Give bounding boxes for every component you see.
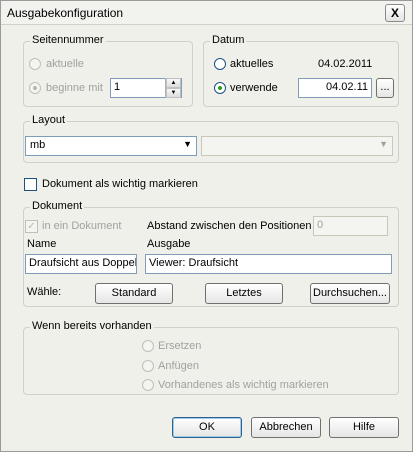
durchsuchen-button[interactable]: Durchsuchen... [310,283,390,304]
chevron-down-icon[interactable]: ▼ [166,88,181,98]
close-button[interactable]: X [385,4,405,22]
chevron-down-icon: ▼ [183,139,192,149]
close-icon: X [390,6,399,20]
aktuelles-radio[interactable] [214,58,226,70]
layout-group: Layout mb ▼ ▼ [23,114,399,163]
layout-title: Layout [30,114,68,126]
aktuelles-label: aktuelles [230,58,274,70]
window-title: Ausgabekonfiguration [7,6,124,20]
datum-group: Datum aktuelles 04.02.2011 verwende 04.0… [203,34,399,107]
layout-selected-value: mb [30,139,46,151]
datum-title: Datum [210,34,247,46]
ersetzen-radio[interactable] [142,340,154,352]
beginne-mit-radio[interactable] [29,82,41,94]
seitennummer-title: Seitennummer [30,34,106,46]
ok-button[interactable]: OK [172,417,242,438]
dialog-window: Ausgabekonfiguration X Seitennummer aktu… [0,0,413,452]
aktuelle-label: aktuelle [46,58,84,70]
standard-button[interactable]: Standard [95,283,173,304]
in-ein-dokument-label: in ein Dokument [42,220,122,232]
dokument-group: Dokument ✓ in ein Dokument Abstand zwisc… [23,200,399,307]
layout-secondary-select[interactable]: ▼ [201,136,393,156]
anfuegen-radio[interactable] [142,360,154,372]
date-picker-button[interactable]: ... [376,78,394,98]
name-input[interactable]: Draufsicht aus Doppelb [25,254,137,274]
wichtig-label: Dokument als wichtig markieren [42,178,198,190]
wichtig-checkbox[interactable] [24,178,37,191]
abstand-input[interactable]: 0 [313,216,388,236]
vorhanden-title: Wenn bereits vorhanden [30,320,154,332]
vorhandenes-label: Vorhandenes als wichtig markieren [158,379,329,391]
help-button[interactable]: Hilfe [329,417,399,438]
start-page-stepper[interactable]: ▲ ▼ [165,78,181,98]
ausgabe-header: Ausgabe [147,238,191,250]
vorhandenes-radio[interactable] [142,379,154,391]
name-header: Name [27,238,57,250]
waehle-label: Wähle: [27,286,62,298]
verwende-label: verwende [230,82,278,94]
letztes-button[interactable]: Letztes [205,283,283,304]
abstand-label: Abstand zwischen den Positionen [147,220,312,232]
anfuegen-label: Anfügen [158,360,199,372]
aktuelle-radio[interactable] [29,58,41,70]
chevron-down-icon: ▼ [379,139,388,149]
date-input[interactable]: 04.02.11 [298,78,372,98]
title-bar: Ausgabekonfiguration X [1,1,412,25]
dokument-title: Dokument [30,200,85,212]
vorhanden-group: Wenn bereits vorhanden Ersetzen Anfügen … [23,320,399,395]
cancel-button[interactable]: Abbrechen [251,417,321,438]
seitennummer-group: Seitennummer aktuelle beginne mit 1 ▲ ▼ [23,34,193,107]
aktuelles-date: 04.02.2011 [318,58,373,70]
layout-select[interactable]: mb ▼ [25,136,197,156]
verwende-radio[interactable] [214,82,226,94]
beginne-mit-label: beginne mit [46,82,103,94]
chevron-up-icon[interactable]: ▲ [166,78,181,88]
ausgabe-input[interactable]: Viewer: Draufsicht [145,254,392,274]
ersetzen-label: Ersetzen [158,340,202,352]
in-ein-dokument-checkbox[interactable]: ✓ [25,220,38,233]
